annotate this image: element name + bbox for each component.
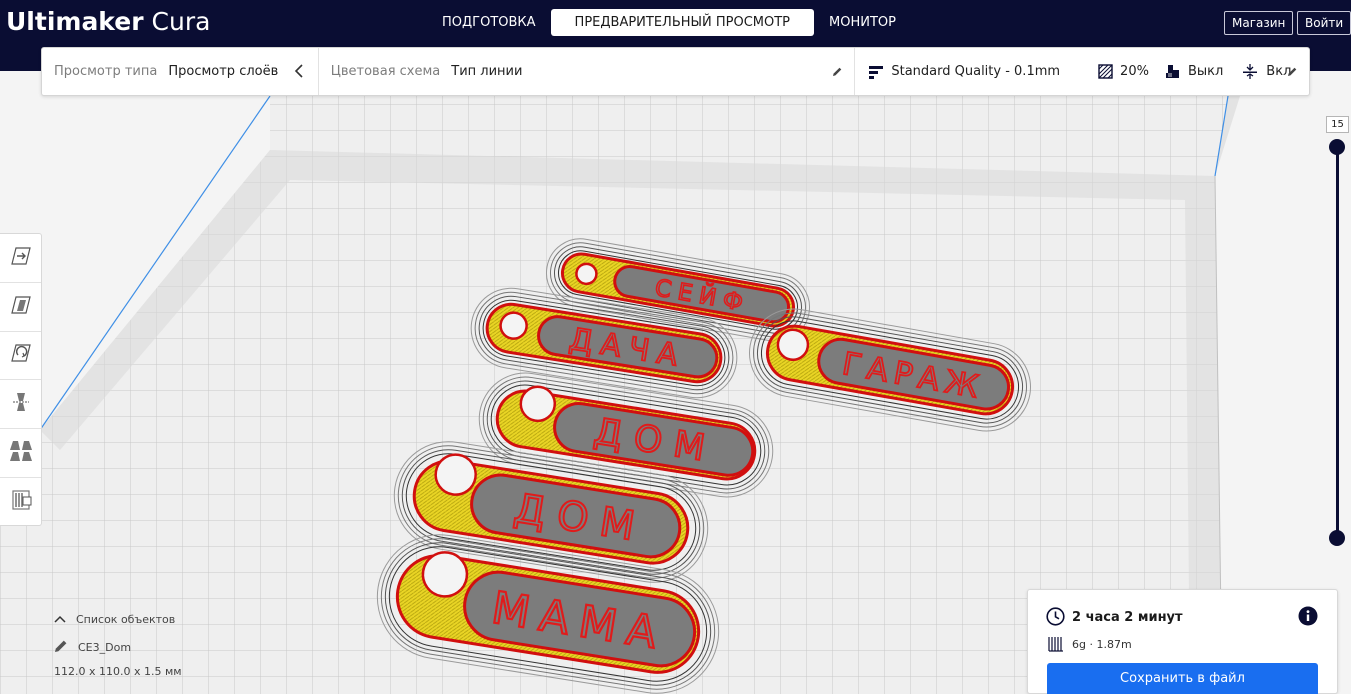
layer-slider-track[interactable]	[1336, 147, 1339, 538]
info-icon[interactable]	[1298, 606, 1318, 630]
print-info-card: 2 часа 2 минут 6g · 1.87m Сохранить в фа…	[1027, 589, 1338, 694]
quality-value: Standard Quality - 0.1mm	[891, 64, 1061, 79]
pencil-icon[interactable]	[54, 639, 68, 656]
material-usage: 6g · 1.87m	[1072, 638, 1132, 651]
object-list-toggle[interactable]: Список объектов	[54, 610, 182, 628]
rotate-tool-button[interactable]	[0, 332, 41, 381]
object-list: Список объектов CE3_Dom 112.0 x 110.0 x …	[54, 610, 182, 680]
top-bar: Ultimaker Cura ПОДГОТОВКА ПРЕДВАРИТЕЛЬНЫ…	[0, 0, 1351, 46]
marketplace-button[interactable]: Магазин	[1224, 11, 1294, 35]
support-value: Выкл	[1187, 64, 1224, 79]
layer-number-input[interactable]: 15	[1326, 116, 1349, 133]
signin-button[interactable]: Войти	[1297, 11, 1351, 35]
scale-icon	[9, 293, 33, 321]
layer-slider-bottom-handle[interactable]	[1329, 530, 1345, 546]
view-type-label: Просмотр типа	[54, 64, 158, 79]
color-scheme-label: Цветовая схема	[330, 64, 441, 79]
scale-tool-button[interactable]	[0, 283, 41, 332]
view-settings-panel: Просмотр типа Просмотр слоёв Цветовая сх…	[41, 47, 1310, 96]
tab-preview[interactable]: ПРЕДВАРИТЕЛЬНЫЙ ПРОСМОТР	[550, 9, 815, 36]
tab-monitor[interactable]: МОНИТОР	[814, 9, 911, 36]
rotate-icon	[9, 341, 33, 369]
mirror-tool-button[interactable]	[0, 380, 41, 430]
per-model-settings-button[interactable]	[0, 429, 41, 478]
filament-icon	[1048, 636, 1064, 656]
view-type-value[interactable]: Просмотр слоёв	[168, 64, 278, 79]
support-blocker-button[interactable]	[0, 478, 41, 527]
clock-icon	[1046, 607, 1065, 630]
chevron-left-icon[interactable]	[294, 64, 304, 78]
infill-icon	[1098, 64, 1113, 79]
object-dimensions-row: 112.0 x 110.0 x 1.5 мм	[54, 662, 182, 680]
tool-panel	[0, 233, 42, 526]
mirror-icon	[9, 390, 33, 418]
layer-slider-top-handle[interactable]	[1329, 139, 1345, 155]
move-tool-button[interactable]	[0, 234, 41, 283]
pencil-icon[interactable]	[831, 66, 843, 78]
support-blocker-icon	[9, 488, 33, 516]
support-icon	[1165, 64, 1180, 79]
view-type-section[interactable]: Просмотр типа Просмотр слоёв	[42, 48, 318, 95]
color-scheme-value[interactable]: Тип линии	[451, 64, 522, 79]
save-to-file-button[interactable]: Сохранить в файл	[1047, 663, 1318, 694]
infill-value: 20%	[1120, 64, 1149, 79]
stage-tabs: ПОДГОТОВКА ПРЕДВАРИТЕЛЬНЫЙ ПРОСМОТР МОНИ…	[427, 9, 911, 37]
print-time: 2 часа 2 минут	[1072, 610, 1183, 625]
object-name-row[interactable]: CE3_Dom	[54, 638, 182, 656]
app-logo-bold: Ultimaker	[6, 7, 144, 36]
pencil-icon[interactable]	[1286, 66, 1298, 78]
chevron-up-icon[interactable]	[54, 613, 66, 626]
object-name[interactable]: CE3_Dom	[78, 641, 131, 654]
adhesion-icon	[1243, 64, 1258, 79]
quality-icon	[869, 65, 884, 79]
color-scheme-section[interactable]: Цветовая схема Тип линии	[317, 48, 855, 95]
per-model-settings-icon	[8, 439, 34, 467]
print-setup-section[interactable]: Standard Quality - 0.1mm 20% Выкл Вкл	[854, 48, 1309, 95]
app-logo-light: Cura	[151, 7, 211, 36]
app-logo: Ultimaker Cura	[6, 7, 210, 36]
object-list-label: Список объектов	[76, 612, 176, 626]
object-dimensions: 112.0 x 110.0 x 1.5 мм	[54, 664, 182, 678]
tab-prepare[interactable]: ПОДГОТОВКА	[427, 9, 551, 36]
move-icon	[9, 244, 33, 272]
